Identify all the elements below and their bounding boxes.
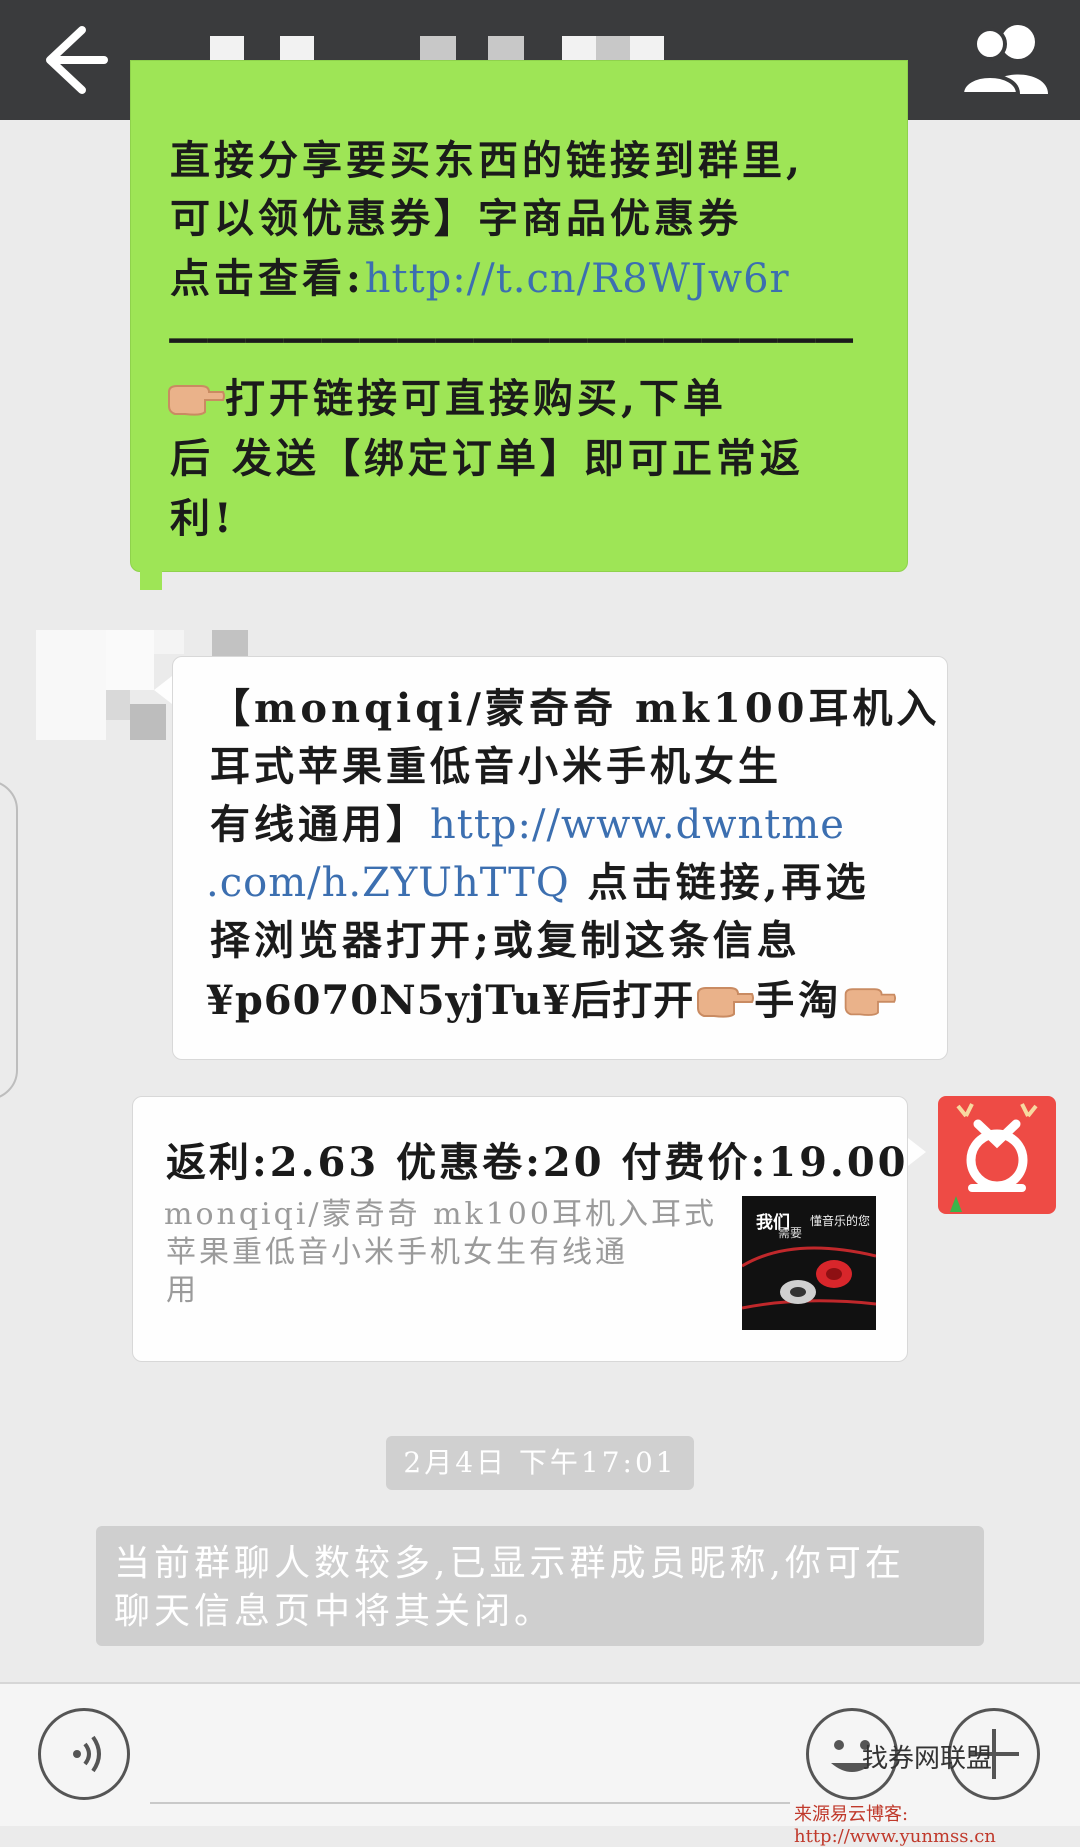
message-text: ¥p6070N5yjTu¥后打开 — [206, 977, 695, 1024]
card-description: 用 — [166, 1273, 199, 1308]
message-line: ¥p6070N5yjTu¥后打开 手淘 — [206, 972, 897, 1030]
product-thumbnail: 我们 需要 懂音乐的您 — [742, 1196, 876, 1330]
message-text: 打开链接可直接购买,下单 — [225, 375, 727, 422]
message-line: 后 发送【绑定订单】即可正常返 — [170, 435, 804, 482]
message-line: 耳式苹果重低音小米手机女生 — [210, 743, 782, 790]
product-link[interactable]: http://www.dwntme — [430, 802, 845, 848]
message-line: 择浏览器打开;或复制这条信息 — [210, 917, 801, 964]
message-input[interactable] — [150, 1802, 790, 1804]
system-notice-line: 当前群聊人数较多,已显示群成员昵称,你可在 — [114, 1543, 905, 1584]
short-link[interactable]: http://t.cn/R8WJw6r — [365, 256, 790, 302]
timestamp: 2月4日 下午17:01 — [386, 1436, 694, 1490]
voice-icon — [73, 1735, 101, 1773]
point-right-emoji-icon — [694, 978, 755, 1018]
app-avatar[interactable] — [938, 1096, 1056, 1214]
bubble-tail — [154, 676, 172, 704]
message-text: 有线通用】 — [210, 801, 430, 848]
message-line: 点击查看:http://t.cn/R8WJw6r — [170, 250, 790, 308]
voice-button[interactable] — [38, 1708, 130, 1800]
card-description: 苹果重低音小米手机女生有线通 — [166, 1235, 628, 1270]
message-line: 直接分享要买东西的链接到群里, — [170, 137, 804, 184]
earphone-image — [742, 1246, 876, 1310]
message-line: 有线通用】http://www.dwntme — [210, 796, 845, 854]
card-title: 返利:2.63 优惠卷:20 付费价:19.00 — [166, 1139, 909, 1186]
app-logo-icon — [950, 1103, 1038, 1212]
message-text: 点击查看: — [170, 255, 365, 302]
message-line: 【monqiqi/蒙奇奇 mk100耳机入 — [210, 685, 941, 732]
group-info-button[interactable] — [959, 18, 1052, 102]
system-notice-line: 聊天信息页中将其关闭。 — [114, 1591, 555, 1632]
message-line: 利! — [170, 495, 236, 542]
system-notice: 当前群聊人数较多,已显示群成员昵称,你可在 聊天信息页中将其关闭。 — [96, 1526, 984, 1646]
bubble-tail — [140, 566, 162, 590]
message-line: 打开链接可直接购买,下单 — [165, 370, 727, 428]
card-description: monqiqi/蒙奇奇 mk100耳机入耳式 — [164, 1197, 717, 1232]
side-edge-handle — [0, 780, 18, 1100]
group-members-icon — [959, 25, 1048, 96]
point-right-emoji-icon — [842, 978, 897, 1018]
message-line: 可以领优惠券】字商品优惠券 — [170, 195, 742, 242]
message-text: 手淘 — [754, 977, 843, 1024]
bubble-tail — [908, 1138, 926, 1166]
message-text: 点击链接,再选 — [569, 859, 870, 906]
dash-divider: 一一一一一一一一一一一一一一一一一一 — [168, 319, 854, 366]
input-bar: 找券网联盟 来源易云博客: http://www.yunmss.cn — [0, 1682, 1080, 1847]
watermark-text: 找券网联盟 — [862, 1744, 993, 1774]
product-link[interactable]: .com/h.ZYUhTTQ — [206, 860, 570, 906]
message-line: .com/h.ZYUhTTQ 点击链接,再选 — [206, 854, 870, 912]
point-right-emoji-icon — [165, 376, 225, 416]
